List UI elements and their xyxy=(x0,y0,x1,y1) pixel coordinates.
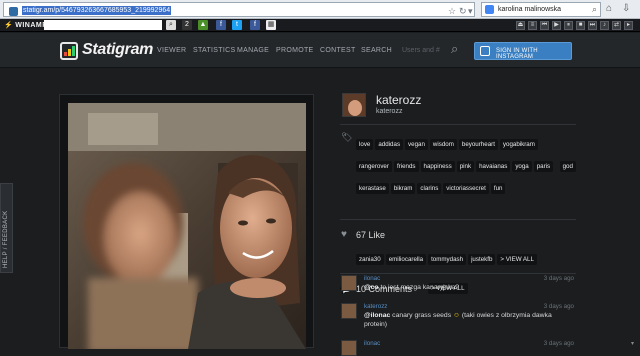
browser-address-bar: statigr.am/p/546793263667685953_21999296… xyxy=(0,0,640,19)
toolbar-tile-icon[interactable]: ▦ xyxy=(266,20,276,30)
divider xyxy=(340,124,576,125)
likes-count: 67 Like xyxy=(356,230,386,240)
winamp-bolt-icon: ⚡ xyxy=(4,22,14,29)
statigram-logo-text[interactable]: Statigram xyxy=(82,41,153,59)
liker-item[interactable]: justekfb xyxy=(468,254,496,265)
nav-search[interactable]: SEARCH xyxy=(361,47,392,54)
comment-author[interactable]: katerozz xyxy=(364,303,387,310)
heart-icon: ♥ xyxy=(341,229,347,240)
google-icon xyxy=(485,5,494,14)
nav-manage[interactable]: MANAGE xyxy=(237,47,269,54)
web-search-box[interactable]: karolina malinowska ⌕ xyxy=(481,2,601,17)
site-favicon-icon xyxy=(9,7,18,16)
media-prev-icon[interactable]: ⏮ xyxy=(540,21,549,30)
nav-statistics[interactable]: STATISTICS xyxy=(193,47,235,54)
tag-item[interactable]: yogabikram xyxy=(499,139,538,150)
media-extra-icon[interactable]: ▸ xyxy=(624,21,633,30)
comment-time: 3 days ago xyxy=(543,275,574,282)
statigram-logo-icon[interactable] xyxy=(60,42,78,60)
toolbar-search-icon[interactable]: ⌕ xyxy=(166,20,176,30)
instagram-camera-icon xyxy=(480,46,490,56)
media-next-icon[interactable]: ⏭ xyxy=(588,21,597,30)
nav-viewer[interactable]: VIEWER xyxy=(157,47,186,54)
tag-item[interactable]: vegan xyxy=(405,139,428,150)
reload-icon[interactable]: ↻ xyxy=(459,6,467,16)
tag-item[interactable]: yoga xyxy=(512,161,532,172)
tag-icon: 🏷 xyxy=(341,132,353,142)
winamp-logo: ⚡ WINAMP xyxy=(4,22,48,29)
comment-time: 3 days ago xyxy=(543,303,574,310)
view-all-likes-button[interactable]: > VIEW ALL xyxy=(497,254,537,265)
tag-item[interactable]: god xyxy=(559,161,576,172)
search-icon[interactable]: ⌕ xyxy=(451,41,458,57)
toolbar-green-icon[interactable]: ▲ xyxy=(198,20,208,30)
smiley-emoji-icon: ☺ xyxy=(453,312,460,319)
nav-contest[interactable]: CONTEST xyxy=(320,47,356,54)
tag-item[interactable]: rangerover xyxy=(356,161,392,172)
twitter-icon[interactable]: t xyxy=(232,20,242,30)
web-search-value: karolina malinowska xyxy=(498,6,562,13)
instagram-photo[interactable] xyxy=(68,103,306,349)
tag-item[interactable]: love xyxy=(356,139,374,150)
tag-item[interactable]: friends xyxy=(393,161,419,172)
user-fullname: katerozz xyxy=(376,108,403,115)
likers-list: zania30 emiliocarella tommydash justekfb > V… xyxy=(356,248,578,270)
dropdown-arrow-icon[interactable]: ▾ xyxy=(468,6,473,16)
home-icon[interactable]: ⌂ xyxy=(606,3,618,15)
nav-promote[interactable]: PROMOTE xyxy=(276,47,314,54)
scroll-down-arrow-icon[interactable]: ▾ xyxy=(631,340,634,347)
top-nav: Statigram VIEWER STATISTICS MANAGE PROMO… xyxy=(0,33,640,68)
media-volume-icon[interactable]: ♪ xyxy=(600,21,609,30)
tag-item[interactable]: kerastase xyxy=(356,183,389,194)
user-avatar[interactable] xyxy=(342,93,366,117)
tag-item[interactable]: addidas xyxy=(375,139,404,150)
media-eject-icon[interactable]: ⏏ xyxy=(516,21,525,30)
tag-item[interactable]: havaianas xyxy=(476,161,511,172)
tag-item[interactable]: beyourheart xyxy=(458,139,498,150)
toolbar-search-input[interactable] xyxy=(44,20,162,30)
tag-list: love addidas vegan wisdom beyourheart yogabik… xyxy=(356,133,578,199)
search-icon[interactable]: ⌕ xyxy=(592,4,597,15)
username[interactable]: katerozz xyxy=(376,93,421,107)
url-text: statigr.am/p/546793263667685953_21999296… xyxy=(22,6,172,15)
bookmark-star-icon[interactable]: ☆ xyxy=(448,6,456,16)
tag-item[interactable]: pink xyxy=(456,161,475,172)
facebook-icon-2[interactable]: f xyxy=(250,20,260,30)
tag-item[interactable]: clarins xyxy=(417,183,442,194)
photo-frame xyxy=(59,94,314,349)
comment-avatar[interactable] xyxy=(341,275,357,291)
comment-avatar[interactable] xyxy=(341,303,357,319)
tag-item[interactable]: bikram xyxy=(390,183,416,194)
download-icon[interactable]: ⇩ xyxy=(622,3,634,15)
tag-item[interactable]: happiness xyxy=(420,161,455,172)
media-pause-icon[interactable]: ⏸ xyxy=(564,21,573,30)
comment-text: @ilonac canary grass seeds ☺ (taki owies… xyxy=(364,312,552,328)
url-field[interactable]: statigr.am/p/546793263667685953_21999296… xyxy=(3,2,475,17)
winamp-toolbar: ⚡ WINAMP ⌕ 2 ▲ f t f ▦ ⏏ ≡ ⏮ ▶ ⏸ ■ ⏭ ♪ ⇄ … xyxy=(0,19,640,32)
divider xyxy=(340,273,576,274)
comment-avatar[interactable] xyxy=(341,340,357,356)
media-shuffle-icon[interactable]: ⇄ xyxy=(612,21,621,30)
comment-author[interactable]: ilonac xyxy=(364,275,380,282)
tag-item[interactable]: paris xyxy=(533,161,554,172)
media-menu-icon[interactable]: ≡ xyxy=(528,21,537,30)
media-stop-icon[interactable]: ■ xyxy=(576,21,585,30)
toolbar-button-2[interactable]: 2 xyxy=(182,20,192,30)
facebook-icon[interactable]: f xyxy=(216,20,226,30)
statigram-page: Statigram VIEWER STATISTICS MANAGE PROMO… xyxy=(0,33,640,356)
tag-item[interactable]: wisdom xyxy=(429,139,457,150)
comment-time: 3 days ago xyxy=(543,340,574,347)
sign-in-instagram-button[interactable]: SIGN IN WITH INSTAGRAM xyxy=(474,42,572,60)
comment-author[interactable]: ilonac xyxy=(364,340,380,347)
liker-item[interactable]: emiliocarella xyxy=(385,254,427,265)
tag-item[interactable]: fun xyxy=(490,183,506,194)
comment-text: @co to jest mazga kanaryjska? xyxy=(364,284,460,291)
divider xyxy=(340,219,576,220)
help-feedback-tab[interactable]: HELP / FEEDBACK xyxy=(0,183,13,273)
liker-item[interactable]: tommydash xyxy=(428,254,467,265)
tag-item[interactable]: victoriassecret xyxy=(443,183,489,194)
media-play-icon[interactable]: ▶ xyxy=(552,21,561,30)
liker-item[interactable]: zania30 xyxy=(356,254,384,265)
